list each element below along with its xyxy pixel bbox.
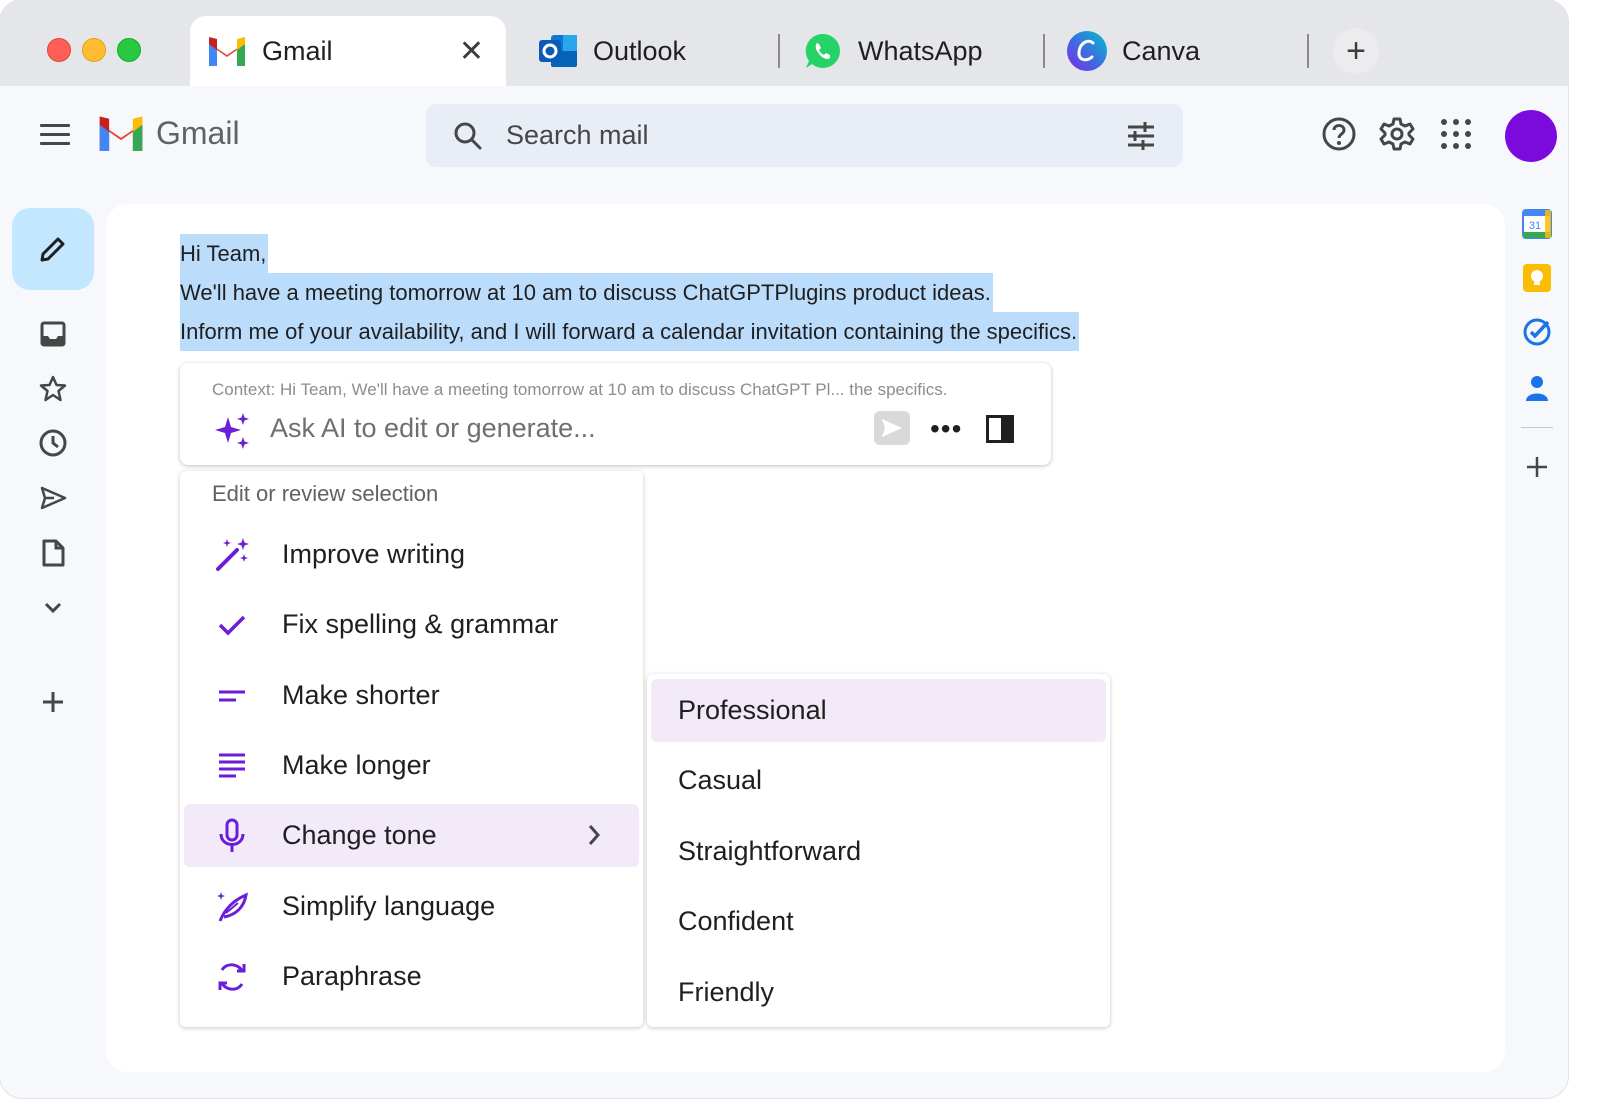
tab-gmail[interactable]: Gmail ✕ — [190, 16, 506, 86]
edit-selection-menu: Edit or review selection Improve writing… — [180, 471, 643, 1027]
google-contacts-icon[interactable] — [1521, 372, 1553, 404]
minimize-window-button[interactable] — [82, 38, 106, 62]
tone-option-professional[interactable]: Professional — [651, 679, 1106, 742]
tab-canva[interactable]: Canva — [1066, 16, 1200, 86]
sparkle-icon — [215, 413, 249, 449]
menu-item-label: Improve writing — [282, 539, 466, 569]
tone-label: Professional — [678, 695, 827, 725]
pencil-icon — [40, 237, 65, 262]
calendar-day-number: 31 — [1529, 220, 1541, 232]
search-options-icon[interactable] — [1125, 120, 1157, 152]
refresh-icon — [212, 957, 252, 997]
gmail-logo[interactable]: Gmail — [96, 114, 240, 152]
help-icon[interactable] — [1321, 116, 1357, 152]
tab-separator — [778, 34, 780, 68]
menu-item-label: Make shorter — [282, 680, 440, 710]
side-panel-icon[interactable] — [986, 415, 1014, 443]
tone-option-straightforward[interactable]: Straightforward — [651, 820, 1106, 883]
close-window-button[interactable] — [47, 38, 71, 62]
tab-label: Gmail — [262, 35, 333, 66]
feather-icon — [212, 887, 252, 927]
close-tab-icon[interactable]: ✕ — [459, 34, 484, 69]
add-label-plus-icon[interactable] — [37, 686, 69, 718]
whatsapp-icon — [802, 30, 844, 72]
menu-item-make-shorter[interactable]: Make shorter — [184, 664, 639, 727]
inbox-icon[interactable] — [37, 318, 69, 350]
email-line: Hi Team, — [180, 234, 269, 273]
tone-submenu: Professional Casual Straightforward Conf… — [647, 674, 1110, 1027]
canva-icon — [1066, 30, 1108, 72]
tab-separator — [1307, 34, 1309, 68]
send-arrow-icon — [882, 419, 902, 437]
sent-icon[interactable] — [37, 482, 69, 514]
tone-option-friendly[interactable]: Friendly — [651, 961, 1106, 1024]
tab-outlook[interactable]: Outlook — [537, 16, 686, 86]
gmail-icon — [99, 116, 143, 151]
long-lines-icon — [212, 746, 252, 786]
tone-label: Confident — [678, 906, 794, 936]
snoozed-clock-icon[interactable] — [37, 427, 69, 459]
brand-name: Gmail — [156, 114, 240, 151]
microphone-icon — [212, 816, 252, 856]
google-keep-icon[interactable] — [1521, 262, 1553, 294]
search-icon[interactable] — [452, 120, 484, 152]
tab-bar: Gmail ✕ Outlook WhatsApp Canva + — [0, 0, 1568, 86]
new-tab-button[interactable]: + — [1333, 28, 1379, 74]
email-line: Inform me of your availability, and I wi… — [180, 312, 1080, 351]
ai-prompt-input[interactable] — [270, 413, 830, 444]
outlook-icon — [537, 30, 579, 72]
google-calendar-icon[interactable]: 31 — [1521, 208, 1553, 240]
tab-whatsapp[interactable]: WhatsApp — [802, 16, 983, 86]
chevron-right-icon — [588, 825, 601, 845]
tab-label: Canva — [1122, 35, 1201, 66]
menu-item-make-longer[interactable]: Make longer — [184, 734, 639, 797]
menu-header: Edit or review selection — [212, 481, 439, 506]
search-bar[interactable] — [426, 104, 1183, 167]
checkmark-icon — [212, 605, 252, 645]
menu-item-label: Make longer — [282, 750, 431, 780]
menu-item-change-tone[interactable]: Change tone — [184, 804, 639, 867]
email-body[interactable]: Hi Team, We'll have a meeting tomorrow a… — [180, 234, 1080, 351]
main-menu-icon[interactable] — [40, 124, 70, 151]
email-line: We'll have a meeting tomorrow at 10 am t… — [180, 273, 993, 312]
compose-button[interactable] — [12, 208, 94, 290]
tab-separator — [1043, 34, 1045, 68]
tone-option-confident[interactable]: Confident — [651, 890, 1106, 953]
menu-item-fix-spelling[interactable]: Fix spelling & grammar — [184, 593, 639, 656]
gmail-header: Gmail — [0, 86, 1568, 186]
maximize-window-button[interactable] — [117, 38, 141, 62]
rail-divider — [1521, 427, 1553, 428]
get-add-ons-plus-icon[interactable] — [1521, 451, 1553, 483]
search-input[interactable] — [506, 120, 1066, 151]
menu-item-simplify-language[interactable]: Simplify language — [184, 875, 639, 938]
starred-icon[interactable] — [37, 373, 69, 405]
tab-label: Outlook — [593, 35, 687, 66]
tone-label: Straightforward — [678, 836, 862, 866]
gmail-icon — [206, 30, 248, 72]
more-chevron-down-icon[interactable] — [37, 592, 69, 624]
ai-prompt-box: Context: Hi Team, We'll have a meeting t… — [180, 363, 1051, 465]
short-lines-icon — [212, 676, 252, 716]
tone-label: Casual — [678, 765, 763, 795]
more-options-icon[interactable]: ••• — [930, 413, 962, 445]
menu-item-label: Change tone — [282, 820, 437, 850]
tone-label: Friendly — [678, 977, 775, 1007]
menu-item-label: Fix spelling & grammar — [282, 609, 559, 639]
menu-item-paraphrase[interactable]: Paraphrase — [184, 945, 639, 1008]
settings-gear-icon[interactable] — [1379, 116, 1415, 152]
drafts-icon[interactable] — [37, 537, 69, 569]
ai-context-text: Context: Hi Team, We'll have a meeting t… — [212, 380, 948, 399]
send-prompt-button[interactable] — [874, 411, 910, 445]
tab-label: WhatsApp — [858, 35, 983, 66]
menu-item-improve-writing[interactable]: Improve writing — [184, 523, 639, 586]
menu-item-label: Simplify language — [282, 891, 496, 921]
magic-wand-icon — [212, 535, 252, 575]
tone-option-casual[interactable]: Casual — [651, 749, 1106, 812]
google-tasks-icon[interactable] — [1521, 316, 1553, 348]
browser-window: Gmail ✕ Outlook WhatsApp Canva + Gmail S… — [0, 0, 1568, 1098]
account-avatar[interactable] — [1505, 110, 1557, 162]
menu-item-label: Paraphrase — [282, 961, 422, 991]
apps-grid-icon[interactable] — [1438, 116, 1474, 152]
